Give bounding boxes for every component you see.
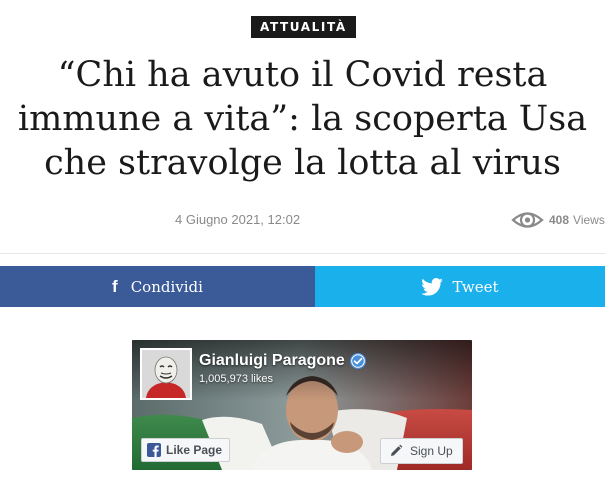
- view-counter: 408 Views: [511, 206, 605, 234]
- publish-date: 4 Giugno 2021, 12:02: [175, 212, 301, 227]
- sign-up-label: Sign Up: [410, 444, 453, 458]
- article-headline: “Chi ha avuto il Covid resta immune a vit…: [0, 53, 605, 185]
- eye-icon: [511, 212, 544, 228]
- sign-up-button[interactable]: Sign Up: [380, 438, 463, 464]
- headline-line-1: “Chi ha avuto il Covid resta: [57, 55, 548, 95]
- page-likes: 1,005,973 likes: [199, 373, 273, 385]
- twitter-bird-icon: [421, 277, 444, 296]
- page-name-text: Gianluigi Paragone: [199, 352, 345, 369]
- category-badge[interactable]: ATTUALITÀ: [251, 16, 356, 38]
- facebook-f-icon: f: [112, 276, 118, 296]
- like-page-button[interactable]: Like Page: [141, 438, 231, 462]
- page-avatar[interactable]: [140, 348, 192, 400]
- headline-line-3: che stravolge la lotta al virus: [44, 143, 561, 183]
- page-name[interactable]: Gianluigi Paragone: [199, 352, 366, 370]
- share-twitter-button[interactable]: Tweet: [315, 266, 605, 307]
- view-label: Views: [573, 213, 605, 227]
- share-twitter-label: Tweet: [452, 277, 499, 296]
- headline-line-2: immune a vita”: la scoperta Usa: [17, 99, 588, 139]
- facebook-page-widget[interactable]: Gianluigi Paragone 1,005,973 likes Like …: [132, 340, 472, 470]
- verified-badge-icon: [349, 353, 366, 369]
- avatar-image: [142, 350, 190, 398]
- share-facebook-label: Condividi: [130, 277, 203, 296]
- pencil-icon: [391, 444, 403, 456]
- like-page-label: Like Page: [166, 443, 223, 457]
- view-count: 408: [549, 213, 570, 227]
- share-facebook-button[interactable]: f Condividi: [0, 266, 315, 307]
- divider: [0, 253, 605, 254]
- facebook-square-icon: [147, 443, 161, 457]
